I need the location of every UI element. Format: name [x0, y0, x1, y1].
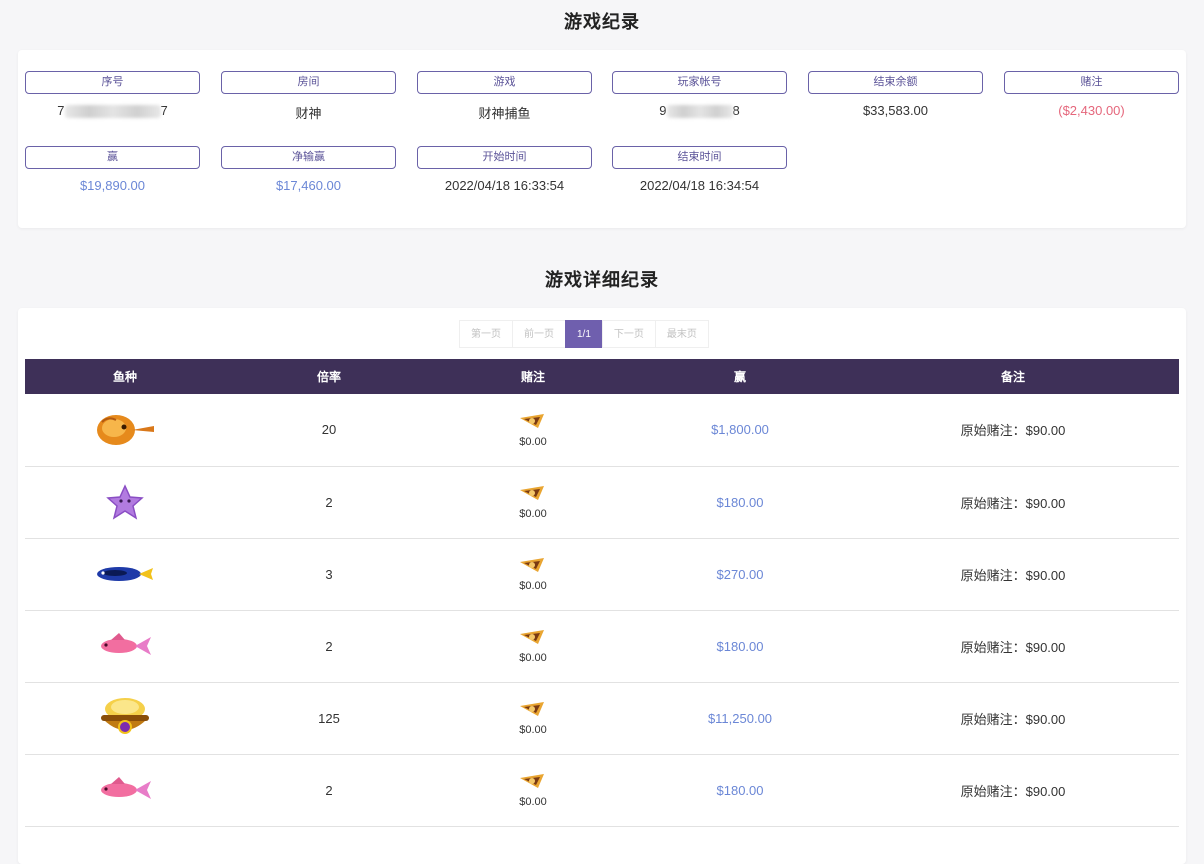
- header-fish-type: 鱼种: [25, 359, 225, 394]
- first-page-button[interactable]: 第一页: [459, 320, 513, 348]
- note-cell: 原始赌注：$90.00: [847, 538, 1179, 611]
- page-title: 游戏纪录: [564, 12, 640, 32]
- field-label: 赢: [25, 146, 200, 169]
- header-note: 备注: [847, 359, 1179, 394]
- bet-value: $0.00: [519, 724, 547, 736]
- field-value-room: 财神: [295, 106, 322, 121]
- note-cell: 原始赌注：$90.00: [847, 754, 1179, 827]
- coin-bet-icon: [520, 774, 544, 788]
- rate-cell: 3: [225, 538, 433, 611]
- field-value-end-balance: $33,583.00: [862, 103, 929, 118]
- win-cell: $180.00: [633, 754, 847, 827]
- field-bet: 赌注 ($2,430.00): [1004, 71, 1179, 118]
- blue-tang-fish-icon: [97, 567, 153, 581]
- field-room: 房间 财神: [221, 71, 396, 122]
- treasure-bowl-icon: [101, 698, 149, 734]
- field-net-win: 净输赢 $17,460.00: [221, 146, 396, 193]
- bet-value: $0.00: [519, 508, 547, 520]
- table-row: 2 $0.00 $180.00 原始赌注：$90.00: [25, 466, 1179, 539]
- coin-bet-icon: [520, 413, 544, 428]
- prev-page-button[interactable]: 前一页: [512, 320, 566, 348]
- field-game: 游戏 财神捕鱼: [417, 71, 592, 122]
- field-label: 开始时间: [417, 146, 592, 169]
- bet-value: $0.00: [519, 435, 547, 448]
- bet-value: $0.00: [519, 652, 547, 664]
- win-cell: $180.00: [633, 466, 847, 539]
- header-win: 赢: [633, 359, 847, 394]
- coin-bet-icon: [520, 630, 544, 644]
- detail-table: 鱼种 倍率 赌注 赢 备注 20 $0.00 $1,800.00 原始赌注：$9…: [25, 359, 1179, 827]
- win-cell: $180.00: [633, 610, 847, 683]
- field-value-game: 财神捕鱼: [478, 106, 531, 121]
- field-value-bet: ($2,430.00): [1058, 103, 1125, 118]
- last-page-button[interactable]: 最末页: [654, 320, 709, 348]
- field-serial: 序号 77: [25, 71, 200, 119]
- note-cell: 原始赌注：$90.00: [847, 466, 1179, 539]
- win-cell: $11,250.00: [633, 682, 847, 755]
- note-cell: 原始赌注：$90.00: [847, 682, 1179, 755]
- field-value-serial: 77: [57, 103, 168, 119]
- field-label: 结束时间: [612, 146, 787, 169]
- field-value-player-account: 98: [659, 103, 740, 119]
- masked-value: [64, 105, 161, 119]
- header-bet: 赌注: [433, 359, 633, 394]
- field-value-end-time: 2022/04/18 16:34:54: [639, 178, 760, 193]
- field-label: 净输赢: [221, 146, 396, 169]
- field-value-net-win: $17,460.00: [275, 178, 342, 193]
- field-label: 结束余额: [808, 71, 983, 94]
- field-label: 序号: [25, 71, 200, 94]
- field-value-win: $19,890.00: [79, 178, 146, 193]
- pagination: 第一页 前一页 1/1 下一页 最末页: [459, 320, 709, 348]
- table-row: 20 $0.00 $1,800.00 原始赌注：$90.00: [25, 394, 1179, 467]
- field-end-balance: 结束余额 $33,583.00: [808, 71, 983, 118]
- field-end-time: 结束时间 2022/04/18 16:34:54: [612, 146, 787, 193]
- game-record-summary: 序号 77 房间 财神 游戏 财神捕鱼 玩家帐号 98 结束余额 $33,583…: [18, 50, 1186, 228]
- rate-cell: 2: [225, 610, 433, 683]
- field-value-start-time: 2022/04/18 16:33:54: [444, 178, 565, 193]
- win-cell: $270.00: [633, 538, 847, 611]
- field-start-time: 开始时间 2022/04/18 16:33:54: [417, 146, 592, 193]
- rate-cell: 2: [225, 754, 433, 827]
- field-label: 房间: [221, 71, 396, 94]
- coin-bet-icon: [520, 702, 544, 716]
- rate-cell: 20: [225, 394, 433, 467]
- field-win: 赢 $19,890.00: [25, 146, 200, 193]
- table-row: 125 $0.00 $11,250.00 原始赌注：$90.00: [25, 682, 1179, 755]
- note-cell: 原始赌注：$90.00: [847, 394, 1179, 467]
- field-label: 玩家帐号: [612, 71, 787, 94]
- rate-cell: 125: [225, 682, 433, 755]
- table-row: 2 $0.00 $180.00 原始赌注：$90.00: [25, 610, 1179, 683]
- pink-fish-icon: [101, 633, 151, 655]
- game-detail-record: 第一页 前一页 1/1 下一页 最末页 鱼种 倍率 赌注 赢 备注 20 $0.…: [18, 308, 1186, 864]
- bet-value: $0.00: [519, 580, 547, 592]
- current-page-indicator[interactable]: 1/1: [565, 320, 603, 348]
- masked-value: [666, 105, 733, 119]
- purple-starfish-icon: [106, 484, 144, 520]
- note-cell: 原始赌注：$90.00: [847, 610, 1179, 683]
- bet-value: $0.00: [519, 796, 547, 808]
- coin-bet-icon: [520, 486, 544, 500]
- coin-bet-icon: [520, 558, 544, 572]
- next-page-button[interactable]: 下一页: [601, 320, 656, 348]
- table-row: 2 $0.00 $180.00 原始赌注：$90.00: [25, 754, 1179, 827]
- pink-fish-icon: [101, 777, 151, 799]
- field-label: 赌注: [1004, 71, 1179, 94]
- table-row: 3 $0.00 $270.00 原始赌注：$90.00: [25, 538, 1179, 611]
- rate-cell: 2: [225, 466, 433, 539]
- orange-lanternfish-icon: [97, 414, 154, 445]
- win-cell: $1,800.00: [633, 394, 847, 467]
- field-label: 游戏: [417, 71, 592, 94]
- field-player-account: 玩家帐号 98: [612, 71, 787, 119]
- header-rate: 倍率: [225, 359, 433, 394]
- table-header-row: 鱼种 倍率 赌注 赢 备注: [25, 359, 1179, 394]
- detail-title: 游戏详细纪录: [545, 270, 659, 290]
